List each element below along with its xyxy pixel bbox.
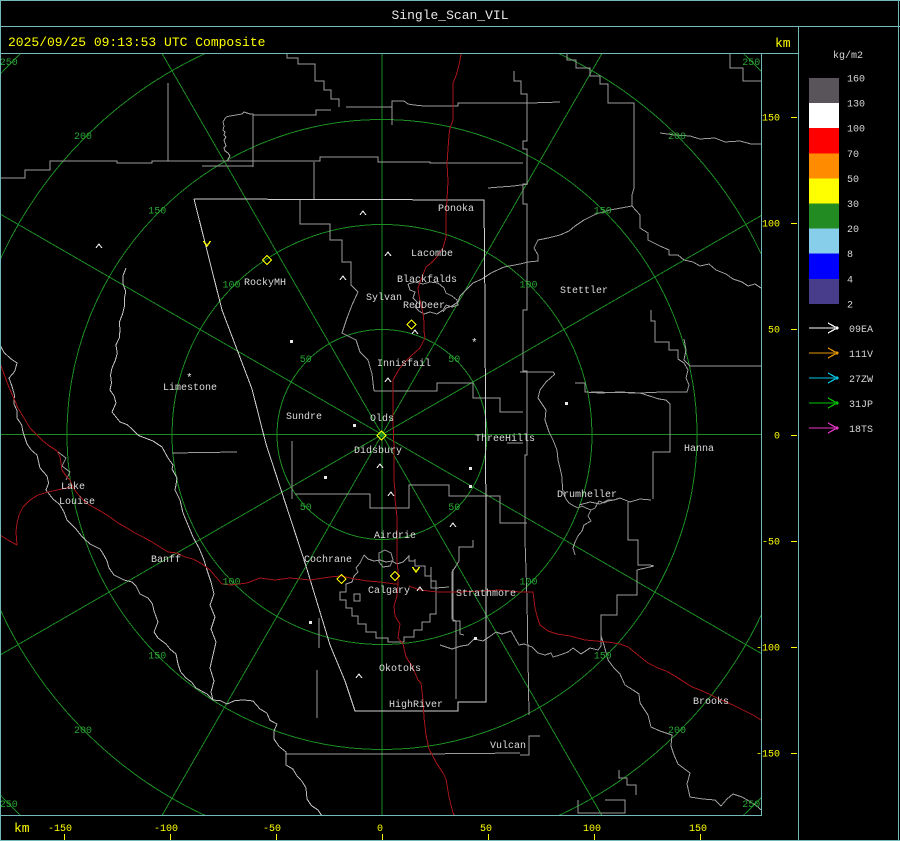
svg-text:HighRiver: HighRiver [389,699,443,711]
svg-text:Innisfail: Innisfail [377,358,431,370]
svg-text:km: km [775,36,791,51]
svg-text:20: 20 [847,225,859,236]
svg-text:Blackfalds: Blackfalds [397,274,457,286]
svg-text:100: 100 [519,577,537,588]
svg-text:Hanna: Hanna [684,444,714,455]
svg-text:km: km [14,821,30,836]
svg-text:0: 0 [774,432,780,443]
svg-text:09EA: 09EA [849,325,873,336]
svg-text:Okotoks: Okotoks [379,663,421,675]
svg-text:150: 150 [594,206,612,217]
svg-text:Louise: Louise [59,496,95,508]
svg-text:30: 30 [847,200,859,211]
svg-text:200: 200 [668,726,686,737]
svg-text:250: 250 [742,58,760,69]
svg-text:Airdrie: Airdrie [374,530,416,542]
svg-text:Single_Scan_VIL: Single_Scan_VIL [391,8,508,23]
svg-text:Lacombe: Lacombe [411,248,453,260]
svg-text:200: 200 [668,132,686,143]
svg-text:Vulcan: Vulcan [490,740,526,752]
svg-text:Cochrane: Cochrane [304,554,352,566]
svg-text:200: 200 [74,726,92,737]
svg-text:Sundre: Sundre [286,411,322,423]
svg-text:-100: -100 [154,824,178,835]
svg-text:Calgary: Calgary [368,585,410,597]
svg-text:130: 130 [847,100,865,111]
svg-text:Ponoka: Ponoka [438,203,474,215]
svg-text:150: 150 [689,824,707,835]
svg-text:250: 250 [0,58,18,69]
svg-text:-100: -100 [756,644,780,655]
svg-text:150: 150 [762,114,780,125]
svg-text:50: 50 [448,503,460,514]
svg-text:Stettler: Stettler [560,285,608,297]
svg-text:Olds: Olds [370,413,394,425]
svg-text:100: 100 [519,281,537,292]
svg-text:100: 100 [222,281,240,292]
svg-text:150: 150 [148,206,166,217]
svg-text:50: 50 [300,355,312,366]
svg-text:50: 50 [480,824,492,835]
svg-text:Brooks: Brooks [693,696,729,708]
svg-text:27ZW: 27ZW [849,375,873,386]
svg-text:2: 2 [847,300,853,311]
svg-text:100: 100 [762,220,780,231]
svg-text:250: 250 [742,800,760,811]
svg-text:70: 70 [847,150,859,161]
svg-text:-50: -50 [762,538,780,549]
svg-text:Sylvan: Sylvan [366,292,402,304]
svg-text:100: 100 [222,577,240,588]
svg-text:200: 200 [74,132,92,143]
svg-text:111V: 111V [849,350,873,361]
svg-text:Didsbury: Didsbury [354,445,402,457]
svg-text:100: 100 [583,824,601,835]
svg-text:Strathmore: Strathmore [456,588,516,600]
svg-text:-150: -150 [756,750,780,761]
svg-text:ThreeHills: ThreeHills [475,433,535,445]
svg-text:50: 50 [300,503,312,514]
svg-text:50: 50 [448,355,460,366]
svg-text:150: 150 [148,652,166,663]
svg-text:2025/09/25 09:13:53 UTC Compos: 2025/09/25 09:13:53 UTC Composite [8,35,265,50]
svg-text:100: 100 [847,125,865,136]
svg-text:Banff: Banff [151,554,181,566]
svg-text:Lake: Lake [61,481,85,493]
svg-text:50: 50 [768,326,780,337]
svg-text:18TS: 18TS [849,425,873,436]
svg-text:8: 8 [847,250,853,261]
svg-text:50: 50 [847,175,859,186]
svg-text:4: 4 [847,275,853,286]
svg-text:250: 250 [0,800,18,811]
svg-text:160: 160 [847,75,865,86]
svg-text:-150: -150 [48,824,72,835]
svg-text:RedDeer: RedDeer [403,300,445,312]
svg-text:150: 150 [594,652,612,663]
svg-text:-50: -50 [263,824,281,835]
svg-text:*: * [471,338,478,350]
svg-text:RockyMH: RockyMH [244,277,286,289]
svg-text:*: * [186,373,193,385]
svg-text:31JP: 31JP [849,400,873,411]
svg-text:Drumheller: Drumheller [557,489,617,501]
svg-text:kg/m2: kg/m2 [833,50,863,62]
svg-text:0: 0 [377,824,383,835]
